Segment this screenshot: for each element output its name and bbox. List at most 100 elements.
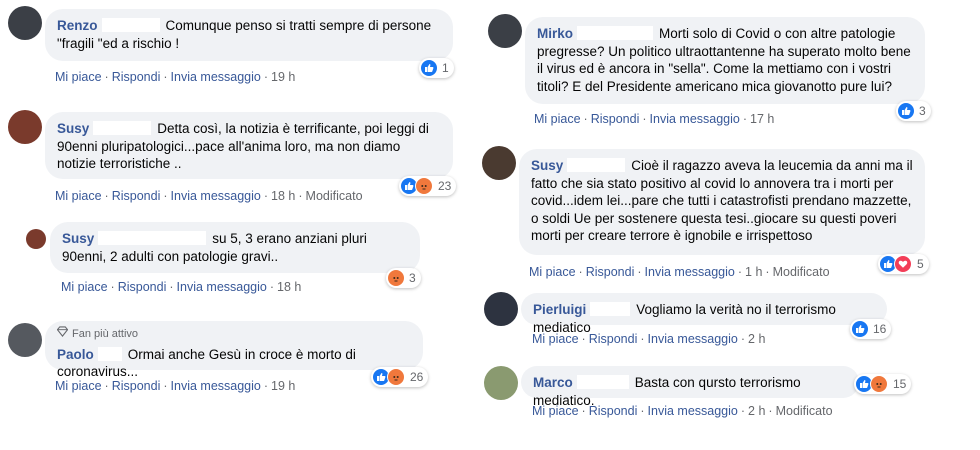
timestamp[interactable]: 18 h <box>277 280 301 294</box>
timestamp[interactable]: 1 h <box>745 265 762 279</box>
send-message-link[interactable]: Invia messaggio <box>645 265 735 279</box>
reaction-count: 3 <box>919 104 926 118</box>
reply-link[interactable]: Rispondi <box>112 189 161 203</box>
comment-actions: Mi piace · Rispondi · Invia messaggio · 2 h <box>532 332 766 346</box>
timestamp[interactable]: 17 h <box>750 112 774 126</box>
reaction-summary[interactable]: 1 <box>419 58 454 78</box>
avatar[interactable] <box>488 14 522 48</box>
reaction-summary[interactable]: 5 <box>878 254 929 274</box>
reply-link[interactable]: Rispondi <box>589 404 638 418</box>
reaction-count: 15 <box>893 377 907 391</box>
comment-actions: Mi piace · Rispondi · Invia messaggio · 17 h <box>534 112 775 126</box>
reaction-count: 16 <box>873 322 887 336</box>
redacted-name <box>101 18 160 32</box>
angry-icon <box>388 270 404 286</box>
send-message-link[interactable]: Invia messaggio <box>648 404 738 418</box>
like-link[interactable]: Mi piace <box>532 332 579 346</box>
diamond-icon <box>56 326 69 344</box>
comment-actions: Mi piace · Rispondi · Invia messaggio · 1 h · Mo… <box>529 265 830 279</box>
reply-link[interactable]: Rispondi <box>118 280 167 294</box>
angry-icon <box>415 177 433 195</box>
comment-author[interactable]: Paolo <box>57 347 94 362</box>
redacted-name <box>567 158 626 172</box>
comment-author[interactable]: Marco <box>533 375 573 390</box>
send-message-link[interactable]: Invia messaggio <box>171 70 261 84</box>
timestamp[interactable]: 19 h <box>271 70 295 84</box>
badge-label: Fan più attivo <box>72 328 139 340</box>
avatar[interactable] <box>484 366 518 400</box>
edited-label[interactable]: Modificato <box>773 265 830 279</box>
comment-bubble: Susy Cioè il ragazzo aveva la leucemia da… <box>519 149 925 255</box>
reaction-count: 26 <box>410 370 424 384</box>
reply-link[interactable]: Rispondi <box>112 379 161 393</box>
comment-actions: Mi piace · Rispondi · Invia messaggio · 19 h <box>55 379 296 393</box>
comment-author[interactable]: Mirko <box>537 26 573 41</box>
avatar[interactable] <box>482 146 516 180</box>
timestamp[interactable]: 19 h <box>271 379 295 393</box>
like-link[interactable]: Mi piace <box>55 70 102 84</box>
comment-bubble: Mirko Morti solo di Covid o con altre pat… <box>525 17 925 104</box>
avatar[interactable] <box>26 229 46 249</box>
avatar[interactable] <box>8 110 42 144</box>
comment-bubble: Marco Basta con qursto terrorismo mediati… <box>521 366 859 408</box>
angry-icon <box>870 375 888 393</box>
like-link[interactable]: Mi piace <box>55 189 102 203</box>
comment-actions: Mi piace · Rispondi · Invia messaggio · 18 h <box>61 280 302 294</box>
timestamp[interactable]: 2 h <box>748 404 765 418</box>
redacted-name <box>590 302 631 316</box>
reaction-count: 23 <box>438 179 452 193</box>
comment-actions: Mi piace · Rispondi · Invia messaggio · 18 h · M… <box>55 189 363 203</box>
like-link[interactable]: Mi piace <box>529 265 576 279</box>
like-link[interactable]: Mi piace <box>532 404 579 418</box>
like-link[interactable]: Mi piace <box>61 280 108 294</box>
send-message-link[interactable]: Invia messaggio <box>177 280 267 294</box>
reaction-summary[interactable]: 3 <box>896 101 931 121</box>
redacted-name <box>97 346 122 361</box>
send-message-link[interactable]: Invia messaggio <box>171 379 261 393</box>
avatar[interactable] <box>484 292 518 326</box>
comment-bubble: Fan più attivo Paolo Ormai anche Gesù in … <box>45 321 423 379</box>
send-message-link[interactable]: Invia messaggio <box>171 189 261 203</box>
reply-link[interactable]: Rispondi <box>589 332 638 346</box>
send-message-link[interactable]: Invia messaggio <box>650 112 740 126</box>
like-icon <box>898 103 914 119</box>
like-link[interactable]: Mi piace <box>534 112 581 126</box>
like-icon <box>852 321 868 337</box>
like-link[interactable]: Mi piace <box>55 379 102 393</box>
reply-link[interactable]: Rispondi <box>591 112 640 126</box>
reply-link[interactable]: Rispondi <box>112 70 161 84</box>
reply-link[interactable]: Rispondi <box>586 265 635 279</box>
comment-author[interactable]: Pierluigi <box>533 302 586 317</box>
avatar[interactable] <box>8 323 42 357</box>
comment-author[interactable]: Susy <box>62 231 94 246</box>
reaction-count: 1 <box>442 61 449 75</box>
edited-label[interactable]: Modificato <box>306 189 363 203</box>
comment-actions: Mi piace · Rispondi · Invia messaggio · 2 h · Mo… <box>532 404 833 418</box>
top-fan-badge[interactable]: Fan più attivo <box>56 326 411 344</box>
comment-bubble: Renzo Comunque penso si tratti sempre di … <box>45 9 453 61</box>
redacted-name <box>576 375 629 389</box>
comment-author[interactable]: Renzo <box>57 18 98 33</box>
comment-bubble: Susy su 5, 3 erano anziani pluri 90enni, … <box>50 222 420 273</box>
reaction-summary[interactable]: 16 <box>850 319 892 339</box>
redacted-name <box>98 231 207 245</box>
like-icon <box>421 60 437 76</box>
reaction-count: 3 <box>409 271 416 285</box>
timestamp[interactable]: 18 h <box>271 189 295 203</box>
reaction-summary[interactable]: 15 <box>854 374 912 394</box>
comment-author[interactable]: Susy <box>57 121 89 136</box>
love-icon <box>894 255 912 273</box>
reaction-summary[interactable]: 23 <box>399 176 457 196</box>
comment-bubble: Pierluigi Vogliamo la verità no il terror… <box>521 293 887 335</box>
send-message-link[interactable]: Invia messaggio <box>648 332 738 346</box>
angry-icon <box>387 368 405 386</box>
reaction-summary[interactable]: 26 <box>371 367 429 387</box>
timestamp[interactable]: 2 h <box>748 332 765 346</box>
redacted-name <box>93 121 152 135</box>
reaction-summary[interactable]: 3 <box>386 268 421 288</box>
reaction-count: 5 <box>917 257 924 271</box>
comment-author[interactable]: Susy <box>531 158 563 173</box>
comment-text: Basta con qursto terrorismo mediatico. <box>533 375 801 408</box>
edited-label[interactable]: Modificato <box>776 404 833 418</box>
avatar[interactable] <box>8 6 42 40</box>
